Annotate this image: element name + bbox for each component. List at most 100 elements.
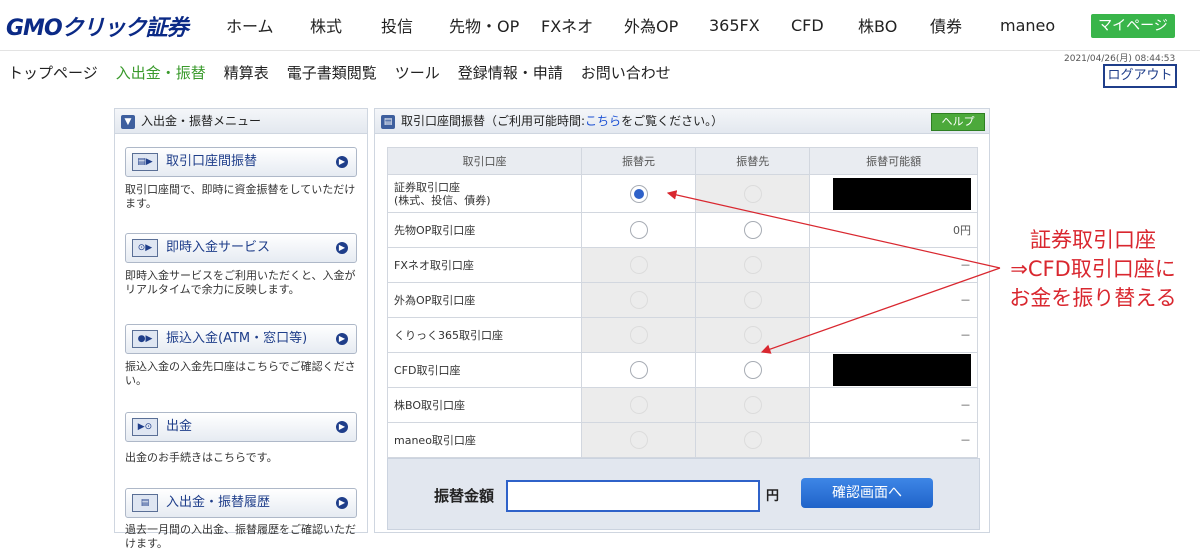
menu-item-desc: 取引口座間で、即時に資金振替をしていただけます。 (125, 183, 356, 210)
transfer-amount-input[interactable] (506, 480, 760, 512)
menu-item-label: 出金 (166, 419, 193, 434)
menu-instant-deposit-button[interactable]: ⊙▶ 即時入金サービス ▶ (125, 233, 357, 263)
transfer-amount-box: 振替金額 円 確認画面へ (387, 458, 980, 530)
to-radio[interactable] (743, 221, 762, 239)
to-radio-cell (695, 317, 811, 353)
menu-item-label: 振込入金(ATM・窓口等) (166, 331, 308, 346)
to-radio-disabled (743, 431, 762, 449)
col-from: 振替元 (580, 147, 697, 175)
global-header: GMOクリック証券 ホーム 株式 投信 先物・OP FXネオ 外為OP 365F… (0, 0, 1200, 51)
table-row: FXネオ取引口座 － (387, 247, 978, 283)
annotation-text: 証券取引口座 ⇒CFD取引口座に お金を振り替える (986, 226, 1200, 313)
nav-funds[interactable]: 投信 (381, 13, 449, 37)
account-name: 先物OP取引口座 (387, 212, 582, 248)
subnav-contact[interactable]: お問い合わせ (581, 62, 671, 83)
document-icon: ▤ (132, 493, 158, 512)
mypage-button[interactable]: マイページ (1091, 14, 1175, 38)
from-radio[interactable] (629, 361, 648, 379)
confirm-button[interactable]: 確認画面へ (801, 478, 933, 508)
from-radio-cell[interactable] (580, 174, 697, 213)
table-header-row: 取引口座 振替元 振替先 振替可能額 (387, 147, 978, 175)
from-radio-cell (580, 282, 697, 318)
from-radio[interactable] (629, 221, 648, 239)
to-radio-disabled (743, 291, 762, 309)
deposit-menu-panel: ▼ 入出金・振替メニュー ▤▶ 取引口座間振替 ▶ 取引口座間で、即時に資金振替をして… (114, 108, 368, 550)
logo[interactable]: GMOクリック証券 (6, 10, 189, 42)
transfer-panel-header: ▤ 取引口座間振替（ご利用可能時間:こちらをご覧ください。） ヘルプ (375, 109, 989, 134)
menu-item-label: 取引口座間振替 (166, 154, 258, 169)
subnav-registration[interactable]: 登録情報・申請 (458, 62, 563, 83)
from-radio-cell[interactable] (580, 212, 697, 248)
from-radio-cell (580, 317, 697, 353)
table-row: maneo取引口座 － (387, 422, 978, 458)
menu-item-desc: 即時入金サービスをご利用いただくと、入金がリアルタイムで余力に反映します。 (125, 269, 356, 296)
availability-link[interactable]: こちら (585, 114, 621, 128)
account-name: maneo取引口座 (387, 422, 582, 458)
from-radio-disabled (629, 291, 648, 309)
amount-cell (809, 174, 978, 213)
account-name: 外為OP取引口座 (387, 282, 582, 318)
to-radio-cell (695, 387, 811, 423)
subnav-deposit-transfer[interactable]: 入出金・振替 (116, 62, 206, 83)
menu-withdrawal-button[interactable]: ▶⊙ 出金 ▶ (125, 412, 357, 442)
table-row: 先物OP取引口座 0円 (387, 212, 978, 248)
col-to: 振替先 (695, 147, 811, 175)
subnav-top[interactable]: トップページ (8, 62, 98, 83)
nav-stock-bo[interactable]: 株BO (858, 13, 930, 37)
amount-cell: － (809, 282, 978, 318)
nav-fx-op[interactable]: 外為OP (624, 13, 709, 37)
from-radio-disabled (629, 431, 648, 449)
arrow-right-icon: ▶ (336, 242, 348, 254)
account-name: FXネオ取引口座 (387, 247, 582, 283)
deposit-menu-title: 入出金・振替メニュー (141, 114, 262, 128)
col-amount: 振替可能額 (809, 147, 978, 175)
nav-cfd[interactable]: CFD (791, 16, 858, 35)
amount-cell: － (809, 387, 978, 423)
logout-button[interactable]: ログアウト (1103, 64, 1177, 88)
subnav-statement[interactable]: 精算表 (224, 62, 269, 83)
nav-maneo[interactable]: maneo (1000, 16, 1060, 35)
account-name: 証券取引口座 (株式、投信、債券) (387, 174, 582, 213)
to-radio-cell[interactable] (695, 352, 811, 388)
menu-item-label: 入出金・振替履歴 (166, 495, 271, 510)
amount-cell: － (809, 317, 978, 353)
table-row: 株BO取引口座 － (387, 387, 978, 423)
arrow-right-icon: ▶ (336, 421, 348, 433)
arrow-right-icon: ▶ (336, 497, 348, 509)
nav-stocks[interactable]: 株式 (310, 13, 381, 37)
to-radio-cfd[interactable] (743, 361, 762, 379)
to-radio-cell[interactable] (695, 212, 811, 248)
menu-history-button[interactable]: ▤ 入出金・振替履歴 ▶ (125, 488, 357, 518)
from-radio-cell (580, 247, 697, 283)
from-radio-cell (580, 387, 697, 423)
to-radio-cell (695, 174, 811, 213)
to-radio-disabled (743, 184, 762, 203)
to-radio-disabled (743, 396, 762, 414)
subnav-tools[interactable]: ツール (395, 62, 440, 83)
chevron-down-icon: ▼ (121, 114, 135, 129)
transfer-icon: ▤ (381, 114, 395, 129)
table-row: 証券取引口座 (株式、投信、債券) (387, 174, 978, 213)
transfer-title-suffix: をご覧ください。） (621, 114, 724, 128)
from-radio-cell[interactable] (580, 352, 697, 388)
subnav-documents[interactable]: 電子書類閲覧 (287, 62, 377, 83)
transfer-amount-label: 振替金額 (434, 487, 495, 505)
help-button[interactable]: ヘルプ (931, 113, 985, 131)
annotation-line: ⇒CFD取引口座に (1010, 257, 1176, 281)
transfer-table: 取引口座 振替元 振替先 振替可能額 証券取引口座 (株式、投信、債券) 先物O… (387, 147, 978, 458)
nav-bonds[interactable]: 債券 (930, 13, 1000, 37)
current-datetime: 2021/04/26(月) 08:44:53 (1064, 54, 1176, 64)
menu-item-desc: 振込入金の入金先口座はこちらでご確認ください。 (125, 360, 356, 387)
arrow-right-icon: ▶ (336, 156, 348, 168)
nav-365fx[interactable]: 365FX (709, 16, 791, 35)
redacted-amount (833, 177, 971, 210)
from-radio-selected[interactable] (629, 184, 648, 203)
nav-futures-op[interactable]: 先物・OP (449, 13, 541, 37)
transfer-icon: ▤▶ (132, 152, 158, 171)
nav-fx-neo[interactable]: FXネオ (541, 13, 624, 37)
menu-bank-transfer-button[interactable]: ●▶ 振込入金(ATM・窓口等) ▶ (125, 324, 357, 354)
amount-cell (809, 352, 978, 388)
menu-account-transfer-button[interactable]: ▤▶ 取引口座間振替 ▶ (125, 147, 357, 177)
nav-home[interactable]: ホーム (226, 13, 310, 37)
global-nav: ホーム 株式 投信 先物・OP FXネオ 外為OP 365FX CFD 株BO … (226, 0, 1060, 50)
